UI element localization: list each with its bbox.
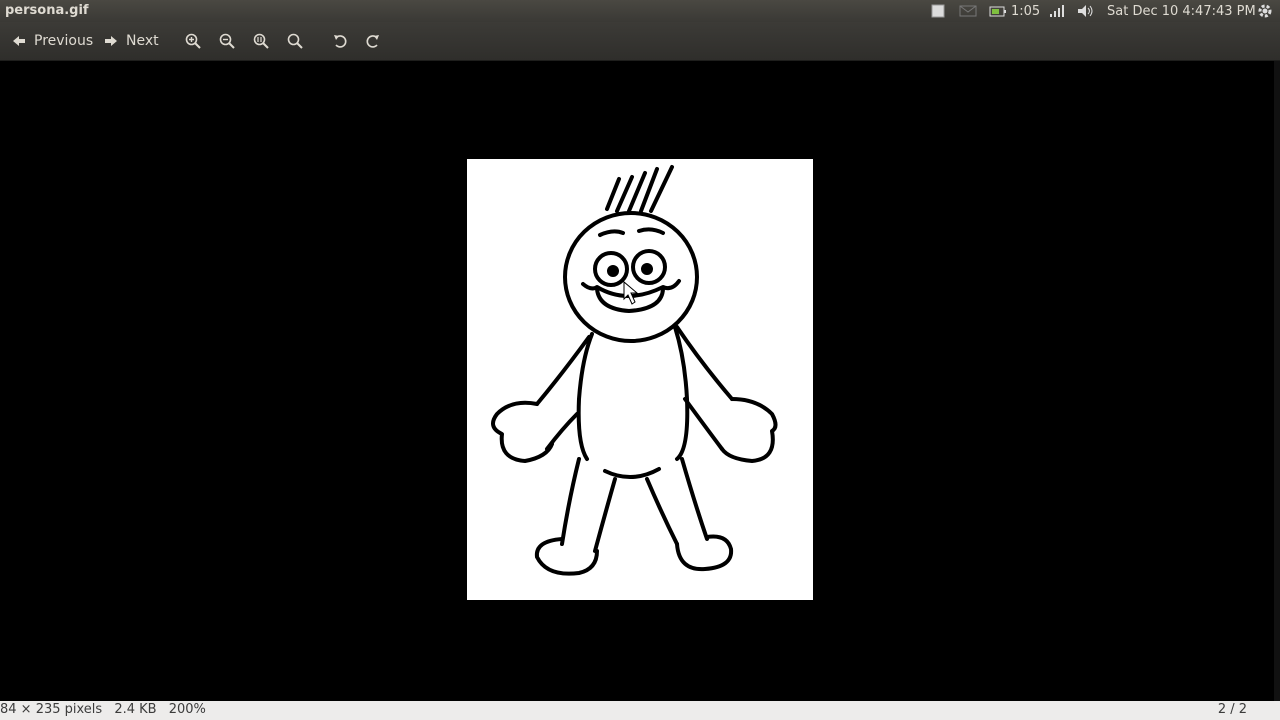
zoom-fit-button[interactable] xyxy=(287,22,303,60)
next-button[interactable]: Next xyxy=(104,22,159,60)
zoom-out-icon xyxy=(219,33,235,49)
zoom-normal-button[interactable] xyxy=(253,22,269,60)
battery-time[interactable]: 1:05 xyxy=(1011,0,1040,22)
zoom-fit-icon xyxy=(287,33,303,49)
rotate-left-button[interactable] xyxy=(332,22,348,60)
arrow-left-icon xyxy=(13,36,25,46)
displayed-image xyxy=(467,159,813,600)
rotate-left-icon xyxy=(334,35,347,48)
stick-figure-drawing xyxy=(491,165,778,576)
clock-text: Sat Dec 10 4:47:43 PM xyxy=(1107,3,1256,19)
image-position: 2 / 2 xyxy=(1217,702,1247,717)
top-panel: persona.gif 1:05 Sat Dec 10 4:47:43 PM xyxy=(0,0,1280,22)
image-file-size: 2.4 KB xyxy=(114,702,157,717)
next-label: Next xyxy=(126,33,159,49)
zoom-level: 200% xyxy=(168,702,206,717)
status-bar: 84 × 235 pixels 2.4 KB 200% 2 / 2 xyxy=(0,701,1280,720)
battery-time-text: 1:05 xyxy=(1011,3,1041,19)
rotate-right-icon xyxy=(366,35,379,48)
zoom-in-icon xyxy=(185,33,201,49)
previous-label: Previous xyxy=(34,33,94,49)
zoom-in-button[interactable] xyxy=(185,22,201,60)
window-title: persona.gif xyxy=(5,3,89,18)
toolbar: Previous Next xyxy=(0,22,1280,61)
rotate-right-button[interactable] xyxy=(365,22,381,60)
arrow-right-icon xyxy=(105,36,117,46)
zoom-normal-icon xyxy=(253,33,269,49)
image-dimensions: 84 × 235 pixels xyxy=(0,702,103,717)
clock[interactable]: Sat Dec 10 4:47:43 PM xyxy=(1107,0,1256,22)
mouse-pointer-icon xyxy=(623,280,639,305)
volume-icon[interactable] xyxy=(1077,0,1095,22)
system-gear-icon[interactable] xyxy=(1257,0,1273,22)
app-indicator-icon[interactable] xyxy=(931,0,945,22)
vertical-scrollbar[interactable] xyxy=(1274,61,1280,701)
battery-icon[interactable] xyxy=(989,0,1007,22)
zoom-out-button[interactable] xyxy=(219,22,235,60)
previous-button[interactable]: Previous xyxy=(12,22,93,60)
network-signal-icon[interactable] xyxy=(1049,0,1065,22)
status-info: 84 × 235 pixels 2.4 KB 200% xyxy=(0,702,214,717)
mail-icon[interactable] xyxy=(959,0,977,22)
